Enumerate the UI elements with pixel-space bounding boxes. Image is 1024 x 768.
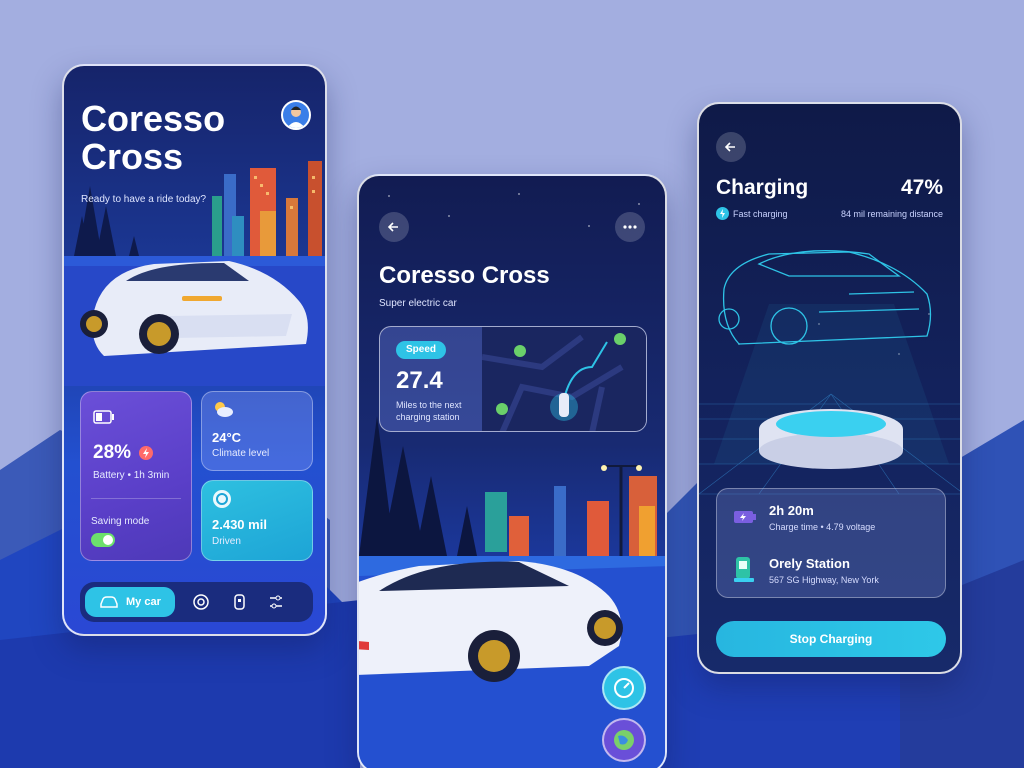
car-title: Coresso Cross xyxy=(379,262,550,289)
charging-screen: Charging 47% Fast charging 84 mil remain… xyxy=(697,102,962,674)
saving-mode-label: Saving mode xyxy=(91,516,150,527)
climate-card[interactable]: 24°C Climate level xyxy=(201,391,313,471)
car-illustration xyxy=(359,561,623,682)
partly-cloudy-icon xyxy=(215,402,233,417)
remaining-distance: 84 mil remaining distance xyxy=(840,209,943,219)
greeting-text: Ready to have a ride today? xyxy=(81,194,207,205)
divider xyxy=(91,498,181,499)
charging-mode: Fast charging xyxy=(733,209,788,219)
fast-charging-icon xyxy=(716,207,729,220)
charge-percent: 47% xyxy=(900,176,943,199)
charge-time-details: Charge time • 4.79 voltage xyxy=(769,522,876,532)
gauge-button[interactable] xyxy=(602,666,646,710)
more-dots-icon xyxy=(623,225,637,229)
globe-button[interactable] xyxy=(602,718,646,762)
charging-info-card: 2h 20m Charge time • 4.79 voltage Orely … xyxy=(716,488,946,598)
stop-charging-button[interactable]: Stop Charging xyxy=(716,621,946,657)
driven-value: 2.430 mil xyxy=(212,517,267,532)
arrow-left-icon xyxy=(724,142,735,152)
nav-my-car-label: My car xyxy=(126,596,161,608)
battery-card[interactable]: 28% Battery • 1h 3min Saving mode xyxy=(80,391,192,561)
charging-title: Charging xyxy=(716,176,809,199)
speedometer-icon xyxy=(614,678,634,698)
charge-time-value: 2h 20m xyxy=(769,503,814,518)
battery-icon xyxy=(93,410,114,424)
back-button[interactable] xyxy=(716,132,746,162)
more-button[interactable] xyxy=(615,212,645,242)
speedometer-icon xyxy=(213,490,231,508)
saving-mode-toggle[interactable] xyxy=(91,533,115,547)
lightning-badge-icon xyxy=(139,446,153,460)
driven-label: Driven xyxy=(212,536,241,547)
battery-label: Battery • 1h 3min xyxy=(93,470,170,481)
nav-my-car[interactable]: My car xyxy=(85,587,175,617)
tire-icon[interactable] xyxy=(193,594,209,610)
detail-screen: Coresso Cross Super electric car Speed 2… xyxy=(357,174,667,768)
battery-charging-icon xyxy=(734,511,756,523)
car-title: Coresso Cross xyxy=(81,98,226,177)
back-button[interactable] xyxy=(379,212,409,242)
car-icon xyxy=(100,596,118,608)
globe-icon xyxy=(614,730,634,750)
climate-label: Climate level xyxy=(212,448,270,459)
key-fob-icon[interactable] xyxy=(231,594,247,610)
arrow-left-icon xyxy=(387,222,398,232)
bottom-nav: My car xyxy=(80,582,313,622)
speed-card[interactable]: Speed 27.4 Miles to the next charging st… xyxy=(379,326,647,432)
climate-value: 24°C xyxy=(212,430,242,445)
route-map[interactable] xyxy=(482,327,647,432)
station-address: 567 SG Highway, New York xyxy=(769,575,879,585)
battery-value: 28% xyxy=(93,442,132,463)
charging-station-icon xyxy=(734,557,754,582)
speed-value: 27.4 xyxy=(396,367,443,394)
car-subtitle: Super electric car xyxy=(379,298,457,309)
driven-card[interactable]: 2.430 mil Driven xyxy=(201,480,313,561)
station-name: Orely Station xyxy=(769,556,850,571)
car-marker-icon xyxy=(559,393,569,417)
home-screen: Coresso Cross Ready to have a ride today… xyxy=(62,64,327,636)
speed-pill: Speed xyxy=(396,341,446,359)
sliders-icon[interactable] xyxy=(268,594,284,610)
avatar[interactable] xyxy=(281,100,311,130)
speed-caption: Miles to the next charging station xyxy=(396,400,462,422)
